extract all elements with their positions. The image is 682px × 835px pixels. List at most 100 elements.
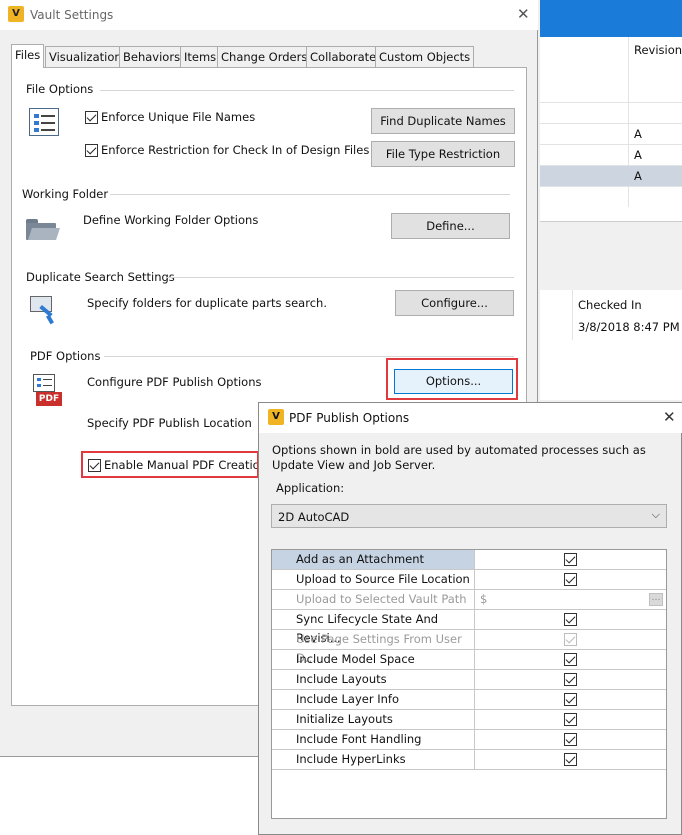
working-folder-desc: Define Working Folder Options: [83, 213, 259, 227]
tab-collaborate[interactable]: Collaborate: [306, 46, 381, 67]
tab-visualization[interactable]: Visualization: [45, 46, 126, 67]
checked-in-header: Checked In: [578, 298, 642, 312]
vault-titlebar: V Vault Settings ✕: [0, 0, 538, 30]
file-options-header: File Options: [26, 82, 94, 96]
option-name: Upload to Selected Vault Path: [272, 590, 475, 609]
option-name: Add as an Attachment: [272, 550, 475, 569]
option-value: [476, 610, 666, 629]
revision-column-header: Revision: [634, 43, 682, 57]
option-checkbox[interactable]: [564, 633, 577, 646]
option-checkbox[interactable]: [564, 613, 577, 626]
vault-title: Vault Settings: [30, 8, 114, 22]
option-checkbox[interactable]: [564, 693, 577, 706]
option-checkbox[interactable]: [564, 753, 577, 766]
pdf-icon: PDF: [33, 374, 63, 406]
chevron-down-icon: ⌵: [651, 508, 660, 521]
enforce-restriction-checkbox[interactable]: [85, 144, 98, 157]
define-button[interactable]: Define...: [391, 213, 510, 239]
option-row[interactable]: Use Page Settings From User D...: [272, 630, 666, 665]
option-value: [476, 750, 666, 769]
checked-in-value: 3/8/2018 8:47 PM: [578, 320, 680, 334]
section-divider: [167, 277, 514, 278]
option-name: Upload to Source File Location: [272, 570, 475, 589]
option-value: [476, 570, 666, 589]
option-row[interactable]: Include HyperLinks: [272, 750, 666, 770]
pdf-dialog-info: Options shown in bold are used by automa…: [272, 443, 646, 472]
highlight-options: [386, 358, 518, 400]
revision-cell: A: [634, 148, 642, 162]
close-icon[interactable]: ✕: [517, 5, 530, 23]
option-checkbox[interactable]: [564, 713, 577, 726]
section-divider: [110, 194, 510, 195]
option-name: Include Model Space: [272, 650, 475, 669]
duplicate-search-desc: Specify folders for duplicate parts sear…: [87, 296, 327, 310]
find-duplicate-names-button[interactable]: Find Duplicate Names: [371, 108, 515, 134]
bg-row-selected[interactable]: A: [540, 166, 682, 187]
vault-path-value: $: [480, 592, 488, 606]
tab-custom-objects[interactable]: Custom Objects: [375, 46, 475, 67]
option-row[interactable]: Include Model Space: [272, 650, 666, 670]
tab-behaviors[interactable]: Behaviors: [119, 46, 185, 67]
option-checkbox[interactable]: [564, 573, 577, 586]
option-value: [476, 550, 666, 569]
tab-files[interactable]: Files: [11, 44, 45, 68]
pdf-dialog-titlebar: V PDF Publish Options ✕: [259, 403, 682, 433]
option-value: [476, 670, 666, 689]
tab-change-orders[interactable]: Change Orders: [217, 46, 312, 67]
revision-cell: A: [634, 169, 642, 183]
bg-row: [540, 103, 682, 124]
folder-icon: [26, 219, 60, 241]
revision-cell: A: [634, 127, 642, 141]
option-value: [476, 650, 666, 669]
application-select[interactable]: 2D AutoCAD ⌵: [271, 504, 667, 528]
application-select-value: 2D AutoCAD: [278, 510, 350, 524]
option-checkbox[interactable]: [564, 653, 577, 666]
option-name: Include HyperLinks: [272, 750, 475, 769]
option-checkbox[interactable]: [564, 733, 577, 746]
option-checkbox[interactable]: [564, 673, 577, 686]
bg-row[interactable]: A: [540, 124, 682, 145]
pdf-dialog-title: PDF Publish Options: [289, 411, 410, 425]
option-value: [476, 630, 666, 649]
pdf-options-header: PDF Options: [30, 349, 101, 363]
bg-row: [540, 82, 682, 103]
working-folder-header: Working Folder: [22, 187, 109, 201]
browse-button[interactable]: …: [649, 593, 663, 606]
file-type-restriction-button[interactable]: File Type Restriction: [371, 141, 515, 167]
tab-items[interactable]: Items: [180, 46, 221, 67]
option-row[interactable]: Upload to Selected Vault Path $…: [272, 590, 666, 610]
duplicate-search-icon: [30, 296, 60, 325]
option-name: Initialize Layouts: [272, 710, 475, 729]
option-row[interactable]: Initialize Layouts: [272, 710, 666, 730]
close-icon[interactable]: ✕: [663, 408, 676, 426]
pdf-dialog-app-icon: V: [268, 409, 284, 425]
option-row[interactable]: Add as an Attachment: [272, 550, 666, 570]
option-row[interactable]: Upload to Source File Location: [272, 570, 666, 590]
option-value: $…: [476, 590, 666, 609]
checked-in-column-divider: [572, 290, 573, 340]
option-name: Include Layouts: [272, 670, 475, 689]
option-value: [476, 710, 666, 729]
option-row[interactable]: Include Font Handling: [272, 730, 666, 750]
specify-pdf-location-desc: Specify PDF Publish Location: [87, 416, 252, 430]
enforce-restriction-label: Enforce Restriction for Check In of Desi…: [101, 143, 370, 157]
option-value: [476, 690, 666, 709]
enforce-unique-names-checkbox[interactable]: [85, 111, 98, 124]
bg-row[interactable]: A: [540, 145, 682, 166]
configure-button[interactable]: Configure...: [395, 290, 514, 316]
section-divider: [100, 90, 514, 91]
highlight-manual-pdf: [81, 451, 259, 478]
option-name: Use Page Settings From User D...: [272, 630, 475, 665]
option-name: Sync Lifecycle State And Revisi...: [272, 610, 475, 645]
option-name: Include Font Handling: [272, 730, 475, 749]
option-row[interactable]: Include Layer Info: [272, 690, 666, 710]
configure-pdf-desc: Configure PDF Publish Options: [87, 375, 262, 389]
option-row[interactable]: Include Layouts: [272, 670, 666, 690]
duplicate-search-header: Duplicate Search Settings: [26, 270, 175, 284]
option-row[interactable]: Sync Lifecycle State And Revisi...: [272, 610, 666, 645]
option-checkbox[interactable]: [564, 553, 577, 566]
section-divider: [104, 356, 514, 357]
background-titlebar: [540, 0, 682, 37]
option-name: Include Layer Info: [272, 690, 475, 709]
application-label: Application:: [276, 481, 345, 495]
